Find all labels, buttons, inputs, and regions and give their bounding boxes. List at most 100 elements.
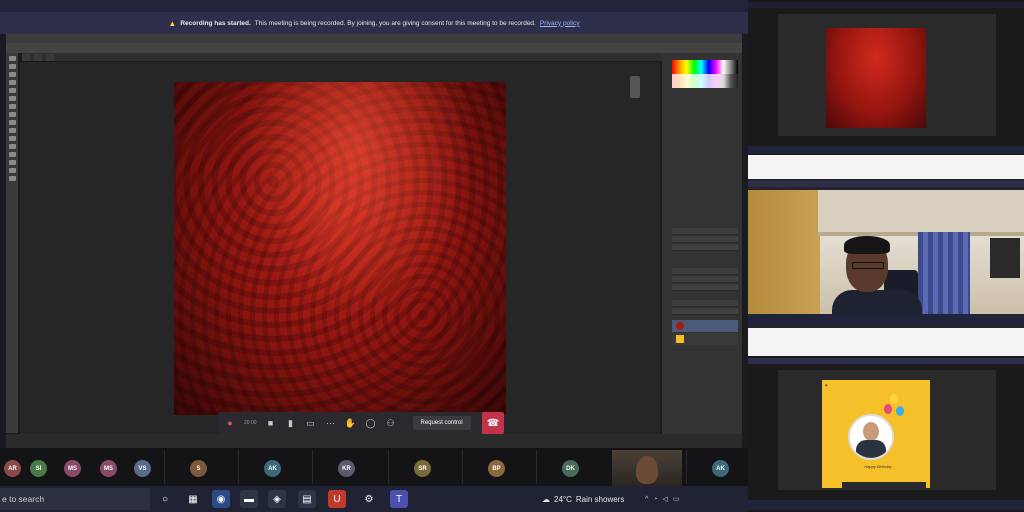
request-control-button[interactable]: Request control <box>412 416 471 430</box>
eyedropper-tool-icon[interactable] <box>8 88 16 93</box>
path-tool-icon[interactable] <box>8 152 16 157</box>
participant-avatar[interactable]: DK <box>562 460 579 477</box>
file-explorer-icon[interactable]: ▬ <box>240 490 258 508</box>
weather-temperature: 24°C <box>554 494 572 504</box>
app-icon[interactable]: ▤ <box>298 490 316 508</box>
participant-avatar[interactable]: AK <box>264 460 281 477</box>
mini-banner <box>748 181 1024 187</box>
office-app-icon[interactable]: U <box>328 490 346 508</box>
participant-avatar[interactable]: SI <box>30 460 47 477</box>
privacy-policy-link[interactable]: Privacy policy <box>540 20 580 27</box>
webcam-door <box>748 190 820 314</box>
document-tab[interactable] <box>22 53 30 61</box>
battery-icon[interactable]: ▭ <box>673 495 680 503</box>
participant-avatar[interactable]: MS <box>64 460 81 477</box>
panel-separator <box>748 328 1024 356</box>
recording-message: This meeting is being recorded. By joini… <box>254 19 536 27</box>
teams-icon[interactable]: T <box>390 490 408 508</box>
participant-tile-divider <box>462 450 463 484</box>
cloud-rain-icon: ☁ <box>542 494 550 504</box>
weather-description: Rain showers <box>575 494 625 504</box>
meeting-timer: 20:00 <box>244 420 257 426</box>
participant-avatar[interactable]: AR <box>4 460 21 477</box>
move-tool-icon[interactable] <box>8 56 16 61</box>
hand-icon[interactable]: ✋ <box>345 418 357 429</box>
shape-tool-icon[interactable] <box>8 160 16 165</box>
blur-tool-icon[interactable] <box>8 128 16 133</box>
document-tab[interactable] <box>34 53 42 61</box>
layers-panel-row <box>672 300 738 307</box>
stamp-tool-icon[interactable] <box>8 104 16 109</box>
camera-icon[interactable]: ■ <box>265 418 277 428</box>
leave-call-button[interactable]: ☎ <box>482 412 504 434</box>
gradient-tool-icon[interactable] <box>8 120 16 125</box>
mini-banner <box>748 2 1024 8</box>
chat-icon[interactable]: ◯ <box>365 418 377 429</box>
edge-browser-icon[interactable]: ◉ <box>212 490 230 508</box>
network-icon[interactable]: ◔ <box>653 496 657 503</box>
layer-item[interactable] <box>672 320 738 332</box>
hand-tool-icon[interactable] <box>8 168 16 173</box>
webcam-person-glasses <box>852 262 884 269</box>
panel-separator <box>748 155 1024 179</box>
properties-panel-row <box>672 236 738 243</box>
eraser-tool-icon[interactable] <box>8 112 16 117</box>
mini-red-canvas <box>826 28 926 128</box>
canvas-scroll-handle[interactable] <box>630 76 640 98</box>
participant-video-tile[interactable] <box>612 450 682 486</box>
meeting-control-bar: ● 20:00 ■ ▮ ▭ ⋯ ✋ ◯ ⚇ Request control <box>218 412 504 434</box>
birthday-card-text: Happy Birthday <box>864 464 892 469</box>
webcam-curtain <box>918 232 970 314</box>
system-tray: ^ ◔ ◁ ▭ <box>645 492 680 506</box>
widgets-icon[interactable]: ▦ <box>184 490 202 508</box>
pen-tool-icon[interactable] <box>8 136 16 141</box>
mic-icon[interactable]: ▮ <box>285 418 297 429</box>
swatches-panel[interactable] <box>672 60 738 88</box>
chevron-up-icon[interactable]: ^ <box>645 496 648 503</box>
participant-tile-divider <box>686 450 687 484</box>
document-tab[interactable] <box>46 53 54 61</box>
more-icon[interactable]: ⋯ <box>325 418 337 429</box>
warning-icon: ▲ <box>168 18 177 28</box>
balloon-icon <box>884 404 892 414</box>
share-icon[interactable]: ▭ <box>305 418 317 429</box>
taskbar-search-box[interactable]: e to search <box>0 488 150 510</box>
participant-avatar[interactable]: MS <box>100 460 117 477</box>
participant-avatar[interactable]: VS <box>134 460 151 477</box>
photoshop-options-bar <box>6 43 742 53</box>
layers-panel-row <box>672 268 738 275</box>
participant-avatar[interactable]: AK <box>712 460 729 477</box>
mini-taskbar <box>748 314 1024 326</box>
layer-item[interactable] <box>672 333 738 345</box>
layers-panel-row <box>672 284 738 291</box>
zoom-tool-icon[interactable] <box>8 176 16 181</box>
recording-title: Recording has started. <box>180 19 251 27</box>
crop-tool-icon[interactable] <box>8 80 16 85</box>
lasso-tool-icon[interactable] <box>8 72 16 77</box>
record-icon[interactable]: ● <box>224 418 236 428</box>
photoshop-toolbar <box>6 53 18 433</box>
meeting-top-strip <box>0 0 748 12</box>
red-damask-canvas-image[interactable] <box>174 82 506 415</box>
layer-thumbnail <box>676 322 684 330</box>
mini-control-bar <box>842 128 926 136</box>
balloon-icon <box>896 406 904 416</box>
participant-avatar[interactable]: BP <box>488 460 505 477</box>
marquee-tool-icon[interactable] <box>8 64 16 69</box>
balloon-icon <box>890 394 898 404</box>
participant-avatar[interactable]: SR <box>414 460 431 477</box>
brush-tool-icon[interactable] <box>8 96 16 101</box>
mini-control-bar <box>842 482 926 490</box>
recording-banner: ▲ Recording has started. This meeting is… <box>0 12 748 34</box>
weather-widget[interactable]: ☁ 24°C Rain showers <box>542 490 624 508</box>
type-tool-icon[interactable] <box>8 144 16 149</box>
participant-avatar[interactable]: S <box>190 460 207 477</box>
windows-inner-taskbar <box>6 434 742 448</box>
people-icon[interactable]: ⚇ <box>385 418 397 429</box>
participant-avatar[interactable]: KR <box>338 460 355 477</box>
task-view-icon[interactable]: ○ <box>156 490 174 508</box>
settings-icon[interactable]: ⚙ <box>360 490 378 508</box>
webcam-person-hair <box>844 236 890 254</box>
speaker-icon[interactable]: ◁ <box>663 495 668 503</box>
store-icon[interactable]: ◈ <box>268 490 286 508</box>
